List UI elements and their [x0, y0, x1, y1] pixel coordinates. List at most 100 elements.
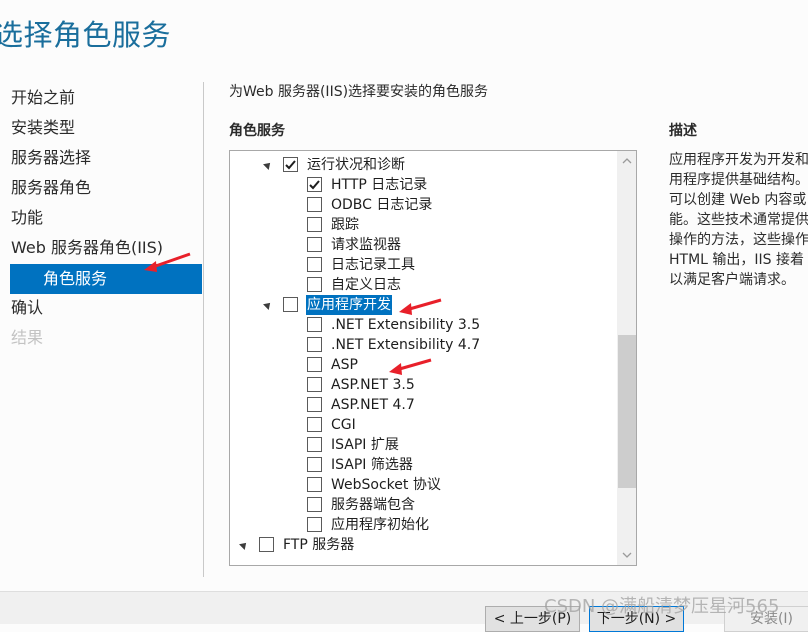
checkbox[interactable]	[307, 497, 322, 512]
chevron-up-icon	[622, 158, 631, 164]
tree-item-label: 运行状况和诊断	[307, 157, 405, 173]
tree-item-label: 自定义日志	[331, 277, 401, 293]
tree-item[interactable]: 请求监视器	[230, 235, 616, 255]
nav-item-features[interactable]: 功能	[0, 204, 202, 234]
wizard-nav: 开始之前 安装类型 服务器选择 服务器角色 功能 Web 服务器角色(IIS) …	[0, 84, 202, 354]
checkbox[interactable]	[259, 537, 274, 552]
description-line: 以满足客户端请求。	[669, 272, 795, 288]
install-button: 安装(I)	[724, 606, 808, 632]
checkbox[interactable]	[283, 297, 298, 312]
tree-item[interactable]: ASP.NET 3.5	[230, 375, 616, 395]
tree-item-label: FTP 服务器	[283, 537, 355, 553]
tree-item[interactable]: ASP	[230, 355, 616, 375]
expand-triangle-icon[interactable]	[239, 540, 249, 550]
checkmark-icon	[285, 160, 296, 170]
tree-item-label: WebSocket 协议	[331, 477, 441, 493]
tree-item[interactable]: 服务器端包含	[230, 495, 616, 515]
checkbox[interactable]	[307, 177, 322, 192]
tree-item[interactable]: FTP 服务器	[230, 535, 616, 555]
tree-item[interactable]: 自定义日志	[230, 275, 616, 295]
tree-list: 运行状况和诊断 HTTP 日志记录 ODBC 日志记录 跟踪请求监视器日志记录工具 自定…	[230, 155, 616, 555]
tree-item-label: ASP.NET 3.5	[331, 377, 415, 393]
tree-item-label: 应用程序初始化	[331, 517, 429, 533]
checkbox[interactable]	[307, 337, 322, 352]
nav-item-installation-type[interactable]: 安装类型	[0, 114, 202, 144]
checkbox[interactable]	[307, 197, 322, 212]
scroll-down-button[interactable]	[617, 545, 636, 565]
nav-divider	[203, 82, 204, 577]
chevron-down-icon	[622, 552, 631, 558]
checkbox[interactable]	[307, 457, 322, 472]
role-services-label: 角色服务	[229, 123, 285, 139]
tree-item[interactable]: ODBC 日志记录	[230, 195, 616, 215]
tree-item-label: HTTP 日志记录	[331, 177, 428, 193]
tree-item-label: 跟踪	[331, 217, 359, 233]
checkbox[interactable]	[307, 417, 322, 432]
tree-item-label: 请求监视器	[331, 237, 401, 253]
tree-item[interactable]: ISAPI 筛选器	[230, 455, 616, 475]
checkbox[interactable]	[307, 357, 322, 372]
tree-item-label: 日志记录工具	[331, 257, 415, 273]
nav-item-web-server-role[interactable]: Web 服务器角色(IIS)	[0, 234, 202, 264]
tree-item-label: ISAPI 扩展	[331, 437, 399, 453]
description-line: HTML 输出，IIS 接着	[669, 252, 805, 268]
expand-triangle-icon[interactable]	[263, 160, 273, 170]
tree-item[interactable]: 应用程序初始化	[230, 515, 616, 535]
checkmark-icon	[309, 180, 320, 190]
description-text: 应用程序开发为开发和 用程序提供基础结构。 可以创建 Web 内容或 能。这些技…	[669, 150, 808, 290]
tree-item[interactable]: WebSocket 协议	[230, 475, 616, 495]
description-line: 应用程序开发为开发和	[669, 152, 808, 168]
tree-item[interactable]: 运行状况和诊断	[230, 155, 616, 175]
tree-item-label: 服务器端包含	[331, 497, 415, 513]
expand-triangle-icon[interactable]	[263, 300, 273, 310]
checkbox[interactable]	[283, 157, 298, 172]
description-line: 操作的方法，这些操作	[669, 232, 808, 248]
scroll-thumb[interactable]	[618, 335, 636, 488]
previous-button[interactable]: < 上一步(P)	[485, 606, 580, 632]
tree-item[interactable]: CGI	[230, 415, 616, 435]
checkbox[interactable]	[307, 377, 322, 392]
checkbox[interactable]	[307, 277, 322, 292]
nav-item-server-selection[interactable]: 服务器选择	[0, 144, 202, 174]
tree-item[interactable]: 跟踪	[230, 215, 616, 235]
checkbox[interactable]	[307, 237, 322, 252]
description-line: 用程序提供基础结构。	[669, 172, 808, 188]
nav-item-server-roles[interactable]: 服务器角色	[0, 174, 202, 204]
tree-item[interactable]: ISAPI 扩展	[230, 435, 616, 455]
tree-item-label: ASP.NET 4.7	[331, 397, 415, 413]
checkbox[interactable]	[307, 317, 322, 332]
checkbox[interactable]	[307, 437, 322, 452]
description-line: 能。这些技术通常提供	[669, 212, 808, 228]
nav-item-confirmation[interactable]: 确认	[0, 294, 202, 324]
description-title: 描述	[669, 123, 697, 139]
tree-scrollbar[interactable]	[617, 151, 636, 565]
wizard-footer	[0, 591, 808, 624]
tree-item-label: ODBC 日志记录	[331, 197, 433, 213]
tree-item[interactable]: 应用程序开发	[230, 295, 616, 315]
next-button[interactable]: 下一步(N) >	[589, 606, 684, 632]
checkbox[interactable]	[307, 517, 322, 532]
tree-item[interactable]: .NET Extensibility 4.7	[230, 335, 616, 355]
tree-item-label: 应用程序开发	[306, 295, 392, 315]
tree-item[interactable]: 日志记录工具	[230, 255, 616, 275]
tree-item[interactable]: .NET Extensibility 3.5	[230, 315, 616, 335]
tree-item-label: ASP	[331, 357, 358, 373]
nav-item-role-services[interactable]: 角色服务	[10, 264, 202, 294]
page-subtitle: 为Web 服务器(IIS)选择要安装的角色服务	[229, 84, 489, 100]
tree-item-label: .NET Extensibility 4.7	[331, 337, 481, 353]
role-services-tree[interactable]: 运行状况和诊断 HTTP 日志记录 ODBC 日志记录 跟踪请求监视器日志记录工具 自定…	[229, 150, 637, 566]
tree-item[interactable]: HTTP 日志记录	[230, 175, 616, 195]
checkbox[interactable]	[307, 477, 322, 492]
description-line: 可以创建 Web 内容或	[669, 192, 807, 208]
tree-item-label: ISAPI 筛选器	[331, 457, 413, 473]
scroll-up-button[interactable]	[617, 151, 636, 171]
tree-item-label: .NET Extensibility 3.5	[331, 317, 481, 333]
tree-item-label: CGI	[331, 417, 356, 433]
nav-item-results: 结果	[11, 328, 44, 347]
checkbox[interactable]	[307, 217, 322, 232]
checkbox[interactable]	[307, 257, 322, 272]
nav-item-before-you-begin[interactable]: 开始之前	[0, 84, 202, 114]
tree-item[interactable]: ASP.NET 4.7	[230, 395, 616, 415]
page-title: 选择角色服务	[0, 18, 172, 52]
checkbox[interactable]	[307, 397, 322, 412]
